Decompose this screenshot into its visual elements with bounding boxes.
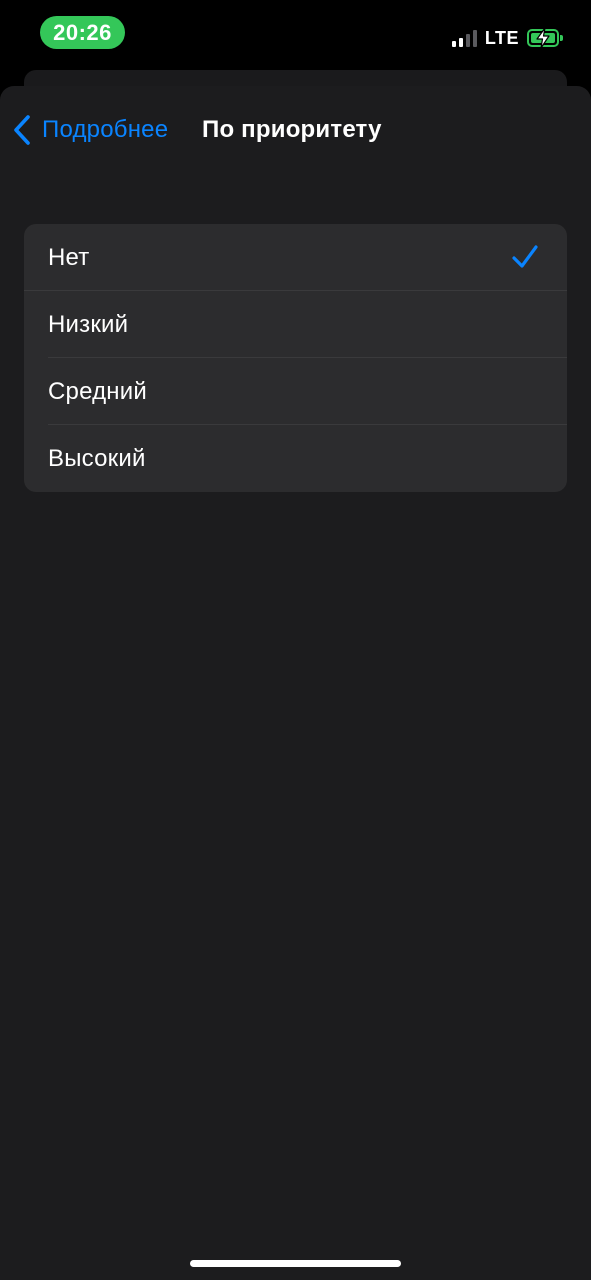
checkmark-icon	[512, 245, 538, 268]
status-bar: 20:26 LTE	[0, 0, 591, 66]
option-low[interactable]: Низкий	[24, 291, 567, 358]
option-none[interactable]: Нет	[24, 224, 567, 291]
status-time[interactable]: 20:26	[40, 16, 125, 49]
screen: 20:26 LTE Подробнее По приоритету Нет Ни…	[0, 0, 591, 1280]
back-button[interactable]: Подробнее	[10, 110, 168, 150]
page-title: По приоритету	[202, 116, 382, 143]
chevron-left-icon	[14, 115, 30, 145]
home-indicator[interactable]	[190, 1260, 401, 1267]
back-button-label: Подробнее	[42, 116, 169, 143]
option-label: Низкий	[48, 310, 129, 338]
battery-charging-icon	[527, 27, 563, 49]
option-high[interactable]: Высокий	[24, 425, 567, 492]
cellular-signal-icon	[451, 29, 477, 47]
network-type: LTE	[484, 27, 519, 48]
option-medium[interactable]: Средний	[24, 358, 567, 425]
status-indicators: LTE	[451, 26, 563, 50]
navigation-bar: Подробнее По приоритету	[0, 86, 591, 172]
option-label: Высокий	[48, 444, 146, 472]
option-label: Средний	[48, 377, 147, 405]
priority-options-list: Нет Низкий Средний Высокий	[24, 224, 567, 492]
option-label: Нет	[48, 243, 90, 271]
priority-sheet: Подробнее По приоритету Нет Низкий Средн…	[0, 86, 591, 1280]
